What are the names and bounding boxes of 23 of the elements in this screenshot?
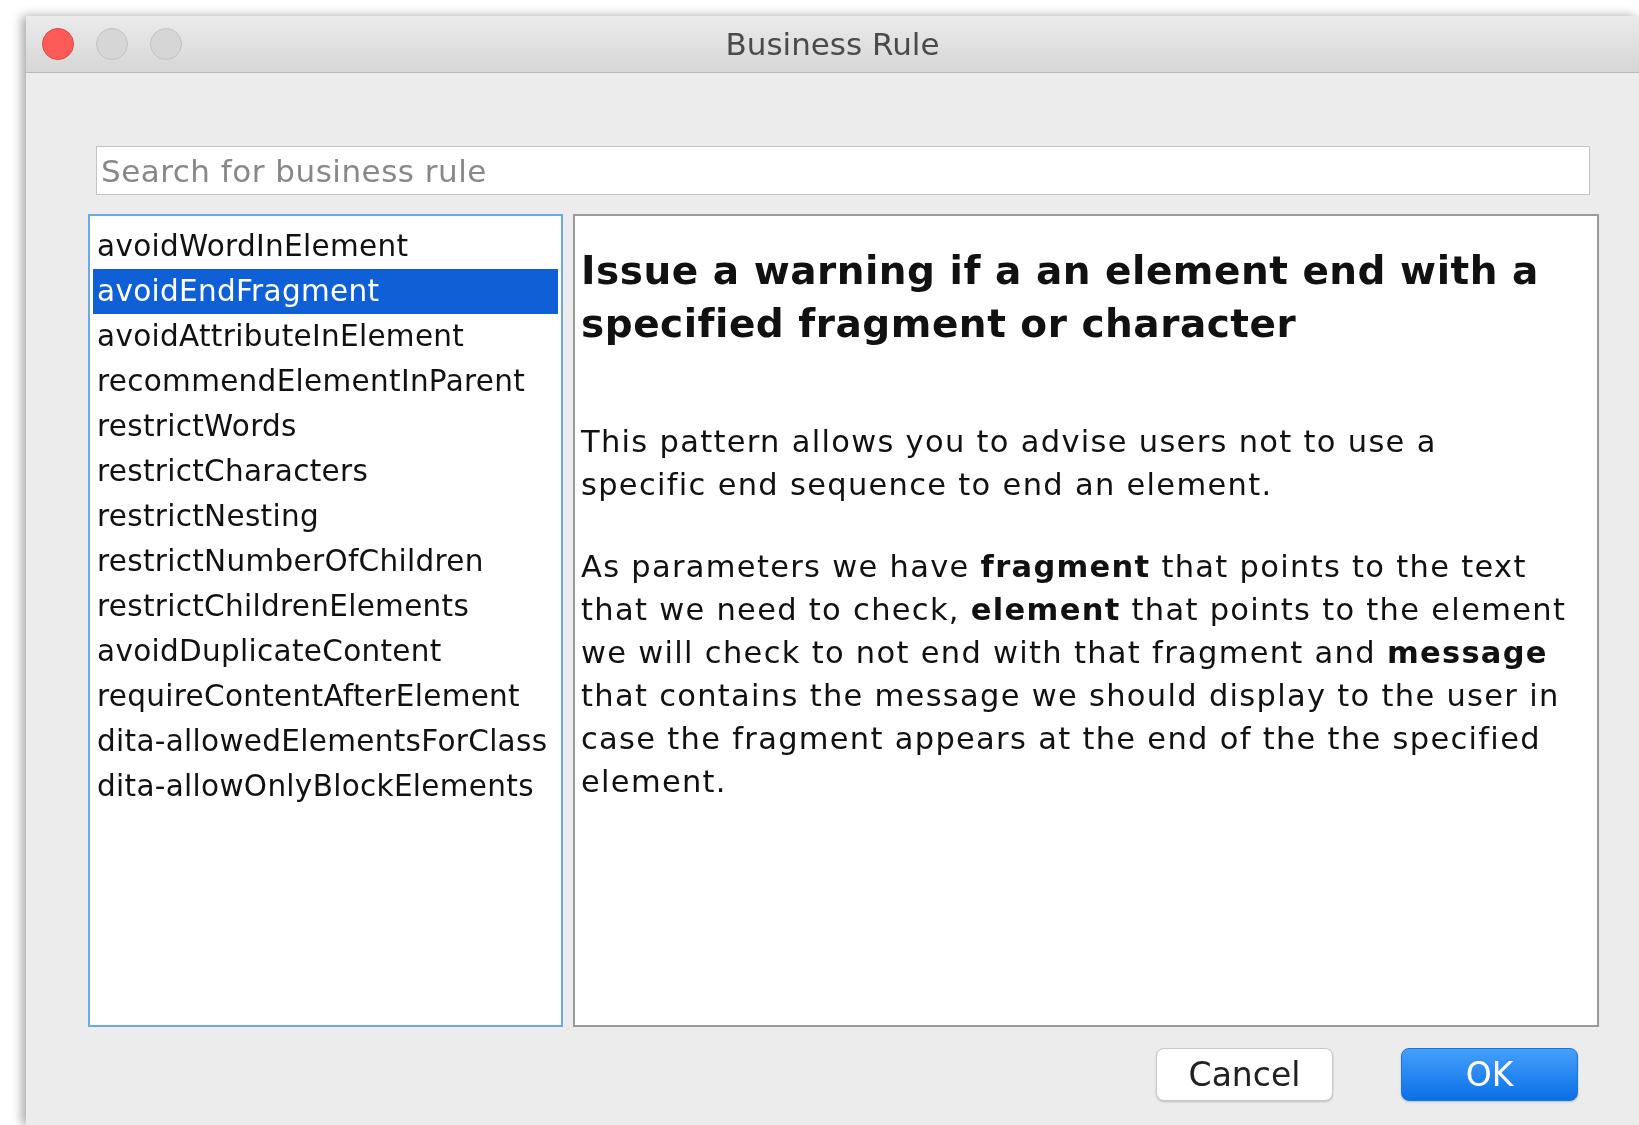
rule-item[interactable]: requireContentAfterElement: [93, 674, 558, 719]
rule-item[interactable]: recommendElementInParent: [93, 359, 558, 404]
description-heading: Issue a warning if a an element end with a specified fragment or character: [581, 247, 1540, 348]
rule-item[interactable]: avoidDuplicateContent: [93, 629, 558, 674]
rule-item[interactable]: restrictCharacters: [93, 449, 558, 494]
rule-item[interactable]: avoidWordInElement: [93, 224, 558, 269]
rule-item[interactable]: restrictNesting: [93, 494, 558, 539]
ok-button[interactable]: OK: [1401, 1048, 1578, 1101]
description-text: This pattern allows you to advise users not to use a specific end sequence to end an element.: [581, 423, 1438, 504]
rule-item[interactable]: restrictNumberOfChildren: [93, 539, 558, 584]
zoom-icon[interactable]: [150, 28, 182, 60]
rule-item[interactable]: dita-allowedElementsForClass: [93, 719, 558, 764]
window-title: Business Rule: [725, 25, 940, 62]
rule-item[interactable]: avoidAttributeInElement: [93, 314, 558, 359]
search-field[interactable]: Search for business rule: [96, 146, 1590, 195]
rule-item[interactable]: restrictChildrenElements: [93, 584, 558, 629]
close-icon[interactable]: [42, 28, 74, 60]
rule-item[interactable]: restrictWords: [93, 404, 558, 449]
rule-item[interactable]: dita-allowOnlyBlockElements: [93, 764, 558, 809]
description-text: As parameters we have fragment that points to the text that we need to check, element that points to the element we will check to not end with that fragment and message that contains the message we should display to the user in case the fragment appears at the end of the the specified element.: [581, 548, 1568, 801]
minimize-icon[interactable]: [96, 28, 128, 60]
rule-item[interactable]: avoidEndFragment: [93, 269, 558, 314]
cancel-button[interactable]: Cancel: [1156, 1048, 1333, 1101]
